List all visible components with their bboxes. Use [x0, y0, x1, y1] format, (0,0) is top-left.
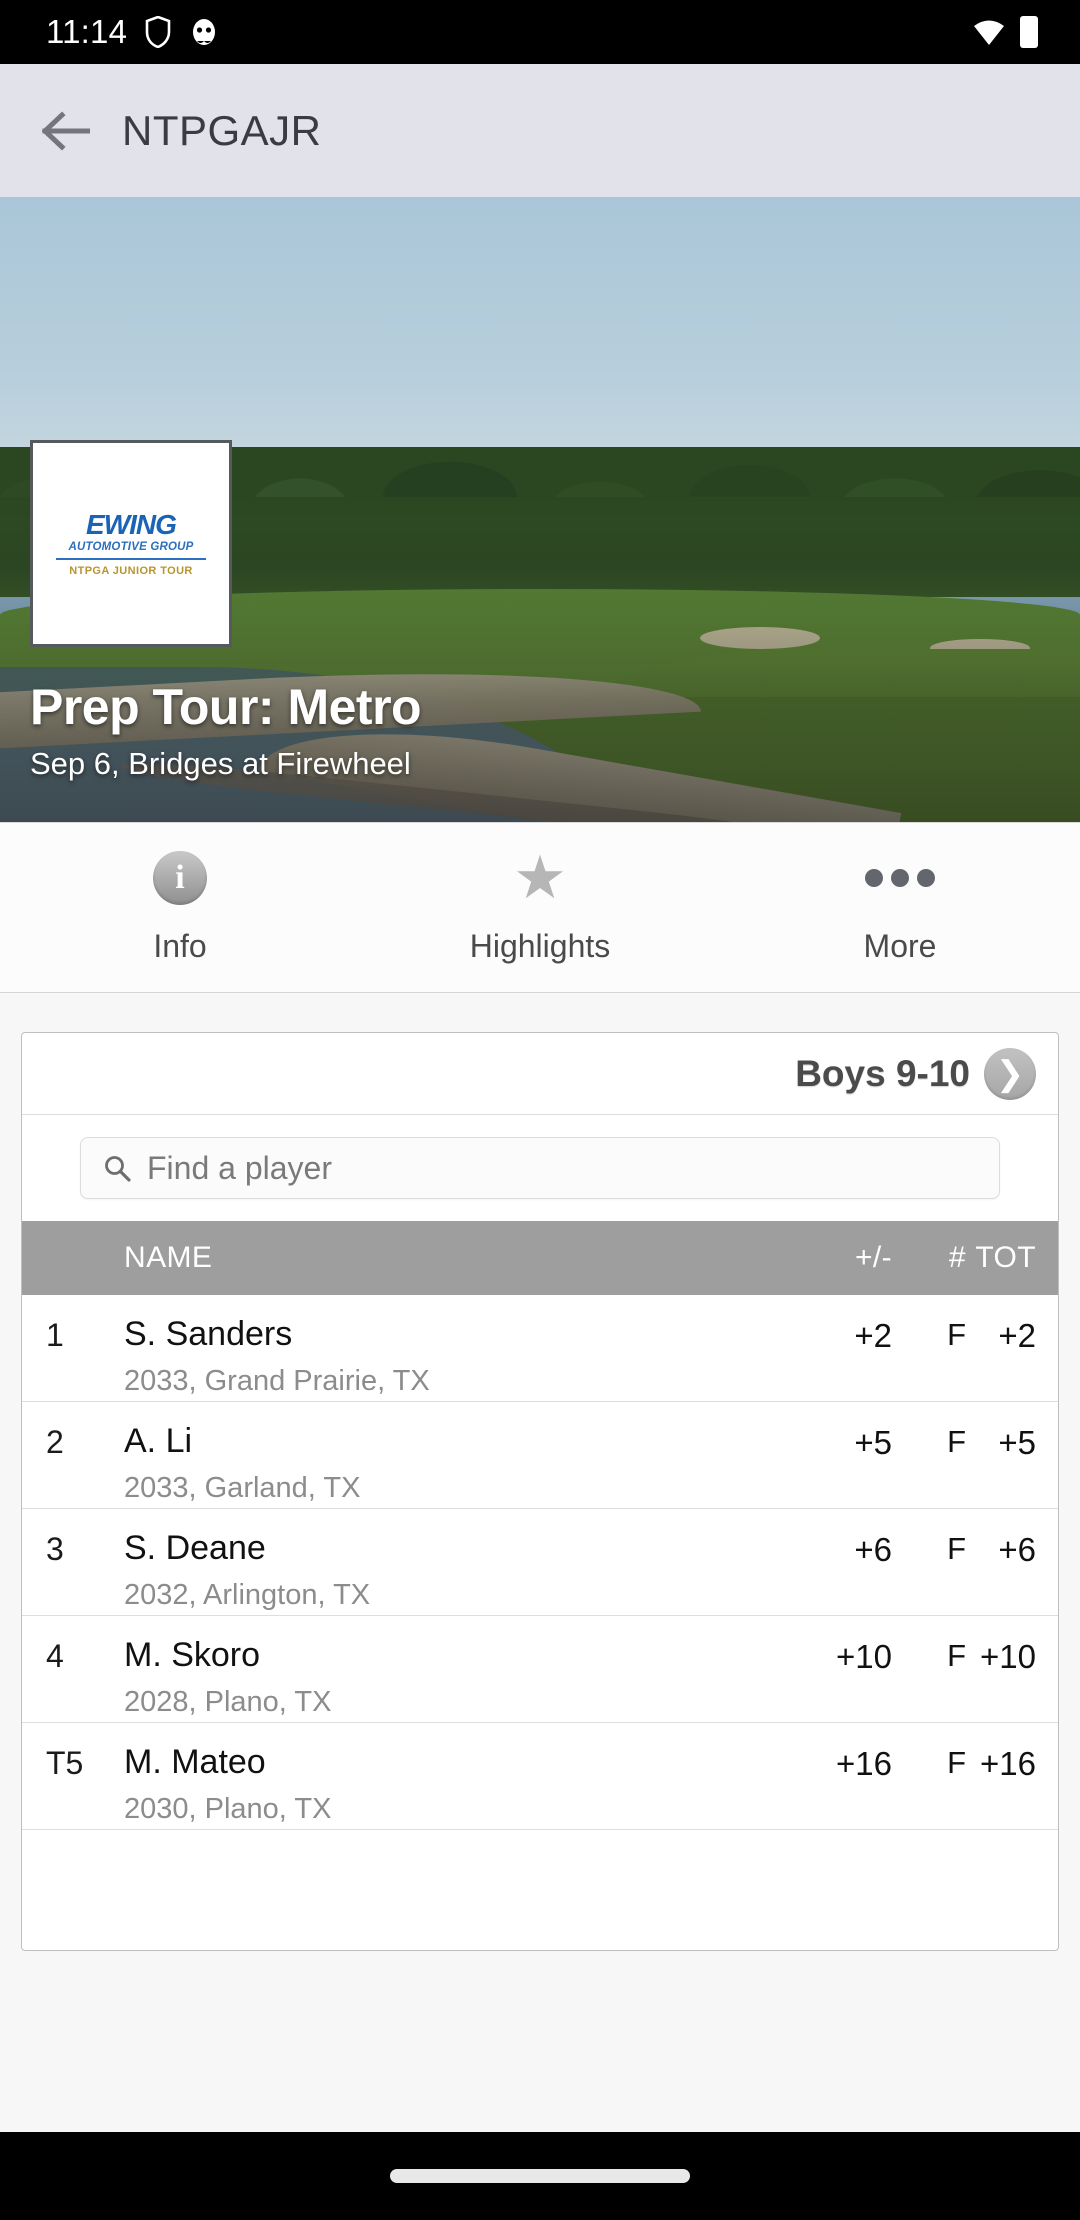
row-player-meta: 2032, Arlington, TX — [124, 1579, 371, 1611]
event-hero: EWING AUTOMOTIVE GROUP NTPGA JUNIOR TOUR… — [0, 197, 1080, 822]
chevron-right-icon[interactable]: ❯ — [984, 1047, 1036, 1100]
tab-highlights[interactable]: ★ Highlights — [360, 823, 720, 992]
row-player-name: S. Deane — [124, 1529, 266, 1567]
ghost-icon — [189, 17, 219, 47]
row-player-name: M. Mateo — [124, 1743, 266, 1781]
event-title: Prep Tour: Metro — [30, 679, 422, 735]
row-player-name: M. Skoro — [124, 1636, 261, 1674]
row-rank: 3 — [46, 1531, 64, 1567]
tab-more-label: More — [863, 928, 937, 964]
sponsor-divider — [56, 557, 206, 560]
row-player-name: S. Sanders — [124, 1315, 293, 1353]
row-rank: T5 — [46, 1745, 84, 1781]
ellipsis-icon — [865, 850, 935, 906]
row-total: +16 — [980, 1745, 1036, 1782]
row-rank: 1 — [46, 1317, 64, 1353]
row-player: S. Sanders 2033, Grand Prairie, TX — [124, 1317, 784, 1396]
row-thru: F — [947, 1745, 966, 1780]
tab-highlights-label: Highlights — [469, 928, 611, 964]
row-thru: F — [947, 1638, 966, 1673]
table-row-partial[interactable] — [22, 1830, 1058, 1950]
column-header-thru: # — [948, 1241, 966, 1274]
table-row[interactable]: 2 A. Li 2033, Garland, TX +5 F +5 — [22, 1402, 1058, 1509]
battery-icon — [1020, 16, 1038, 48]
sponsor-brand-sub: AUTOMOTIVE GROUP — [68, 540, 194, 553]
table-row[interactable]: 1 S. Sanders 2033, Grand Prairie, TX +2 … — [22, 1295, 1058, 1402]
row-player: M. Mateo 2030, Plano, TX — [124, 1745, 784, 1824]
leaderboard-card: Boys 9-10 ❯ NAME +/- # TOT 1 S. Sanders … — [21, 1032, 1059, 1951]
status-bar-right — [972, 16, 1080, 48]
table-row[interactable]: 4 M. Skoro 2028, Plano, TX +10 F +10 — [22, 1616, 1058, 1723]
wifi-icon — [972, 17, 1006, 47]
row-plus-minus: +10 — [836, 1638, 892, 1675]
search-section — [22, 1115, 1058, 1221]
back-button[interactable] — [18, 83, 114, 179]
column-header-name: NAME — [124, 1241, 213, 1274]
shield-icon — [145, 15, 171, 49]
system-nav-bar — [0, 2132, 1080, 2220]
row-player: S. Deane 2032, Arlington, TX — [124, 1531, 784, 1610]
column-header-total: TOT — [975, 1241, 1036, 1274]
status-bar: 11:14 — [0, 0, 1080, 64]
row-thru: F — [947, 1424, 966, 1459]
row-rank: 2 — [46, 1424, 64, 1460]
tab-info-label: Info — [153, 928, 207, 964]
status-bar-left: 11:14 — [0, 13, 219, 51]
table-row[interactable]: T5 M. Mateo 2030, Plano, TX +16 F +16 — [22, 1723, 1058, 1830]
table-header-row: NAME +/- # TOT — [22, 1221, 1058, 1295]
row-player-meta: 2033, Grand Prairie, TX — [124, 1365, 430, 1397]
star-icon: ★ — [513, 844, 567, 911]
row-player-name: A. Li — [124, 1422, 193, 1460]
sponsor-logo: EWING AUTOMOTIVE GROUP NTPGA JUNIOR TOUR — [30, 440, 232, 647]
division-label: Boys 9-10 — [795, 1052, 970, 1094]
row-plus-minus: +16 — [836, 1745, 892, 1782]
row-player: A. Li 2033, Garland, TX — [124, 1424, 784, 1503]
row-thru: F — [947, 1317, 966, 1352]
row-player-meta: 2030, Plano, TX — [124, 1793, 332, 1825]
row-plus-minus: +5 — [854, 1424, 892, 1461]
column-header-plus-minus: +/- — [854, 1241, 892, 1274]
division-header[interactable]: Boys 9-10 ❯ — [22, 1033, 1058, 1115]
tab-info[interactable]: i Info — [0, 823, 360, 992]
app-bar: NTPGAJR — [0, 64, 1080, 197]
info-circle-icon: i — [153, 850, 207, 906]
status-clock: 11:14 — [46, 13, 128, 50]
row-player-meta: 2028, Plano, TX — [124, 1686, 332, 1718]
page-title: NTPGAJR — [122, 106, 322, 154]
home-indicator[interactable] — [390, 2169, 690, 2183]
row-player-meta: 2033, Garland, TX — [124, 1472, 361, 1504]
sponsor-tour-name: NTPGA JUNIOR TOUR — [69, 564, 193, 577]
search-input[interactable] — [147, 1149, 977, 1187]
row-plus-minus: +6 — [854, 1531, 892, 1568]
back-arrow-icon — [41, 110, 91, 152]
row-plus-minus: +2 — [854, 1317, 892, 1354]
row-player: M. Skoro 2028, Plano, TX — [124, 1638, 784, 1717]
row-total: +10 — [980, 1638, 1036, 1675]
row-total: +6 — [998, 1531, 1036, 1568]
search-icon — [103, 1154, 131, 1182]
row-rank: 4 — [46, 1638, 64, 1674]
search-box[interactable] — [80, 1137, 1000, 1199]
sponsor-brand: EWING — [86, 508, 177, 540]
action-tab-bar: i Info ★ Highlights More — [0, 822, 1080, 993]
row-thru: F — [947, 1531, 966, 1566]
row-total: +5 — [998, 1424, 1036, 1461]
event-subtitle: Sep 6, Bridges at Firewheel — [30, 746, 411, 781]
tab-more[interactable]: More — [720, 823, 1080, 992]
row-total: +2 — [998, 1317, 1036, 1354]
table-row[interactable]: 3 S. Deane 2032, Arlington, TX +6 F +6 — [22, 1509, 1058, 1616]
